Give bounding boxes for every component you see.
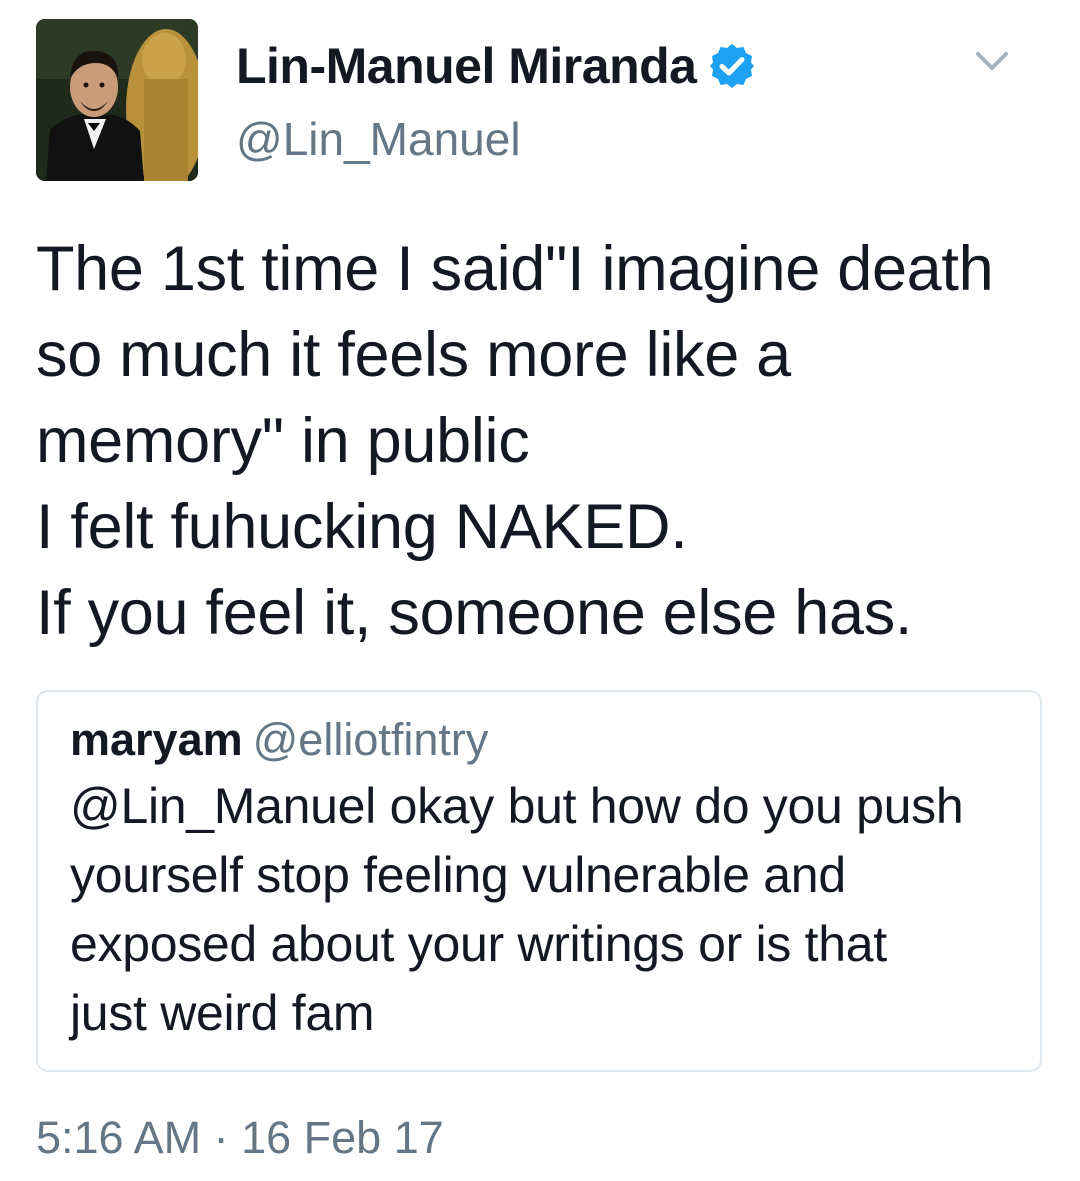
verified-badge-icon — [708, 42, 756, 90]
quoted-tweet-header: maryam @elliotfintry — [70, 710, 488, 770]
quoted-tweet-text: @Lin_Manuel okay but how do you push you… — [70, 772, 1020, 1048]
profile-photo — [36, 19, 198, 181]
quoted-text-line: @Lin_Manuel okay but how do you push — [70, 778, 964, 834]
tweet-text-line: If you feel it, someone else has. — [36, 578, 913, 648]
quoted-text-line: exposed about your writings or is that — [70, 916, 887, 972]
quoted-text-line: just weird fam — [70, 985, 375, 1041]
quoted-author-name: maryam — [70, 714, 243, 765]
tweet-timestamp[interactable]: 5:16 AM · 16 Feb 17 — [36, 1112, 444, 1164]
quoted-text-line: yourself stop feeling vulnerable and — [70, 847, 846, 903]
chevron-down-icon[interactable] — [972, 46, 1012, 76]
tweet-text-line: so much it feels more like a — [36, 320, 791, 390]
author-display-name[interactable]: Lin-Manuel Miranda — [236, 37, 697, 95]
tweet-text-line: I felt fuhucking NAKED. — [36, 492, 688, 562]
author-handle[interactable]: @Lin_Manuel — [236, 112, 521, 166]
tweet-text: The 1st time I said"I imagine death so m… — [36, 226, 1046, 656]
tweet-text-line: memory" in public — [36, 406, 530, 476]
avatar[interactable] — [36, 19, 198, 181]
author-name-row: Lin-Manuel Miranda — [236, 34, 756, 98]
quoted-tweet-card[interactable]: maryam @elliotfintry @Lin_Manuel okay but… — [36, 690, 1042, 1072]
quoted-author-handle: @elliotfintry — [252, 714, 489, 765]
tweet-text-line: The 1st time I said"I imagine death — [36, 234, 994, 304]
